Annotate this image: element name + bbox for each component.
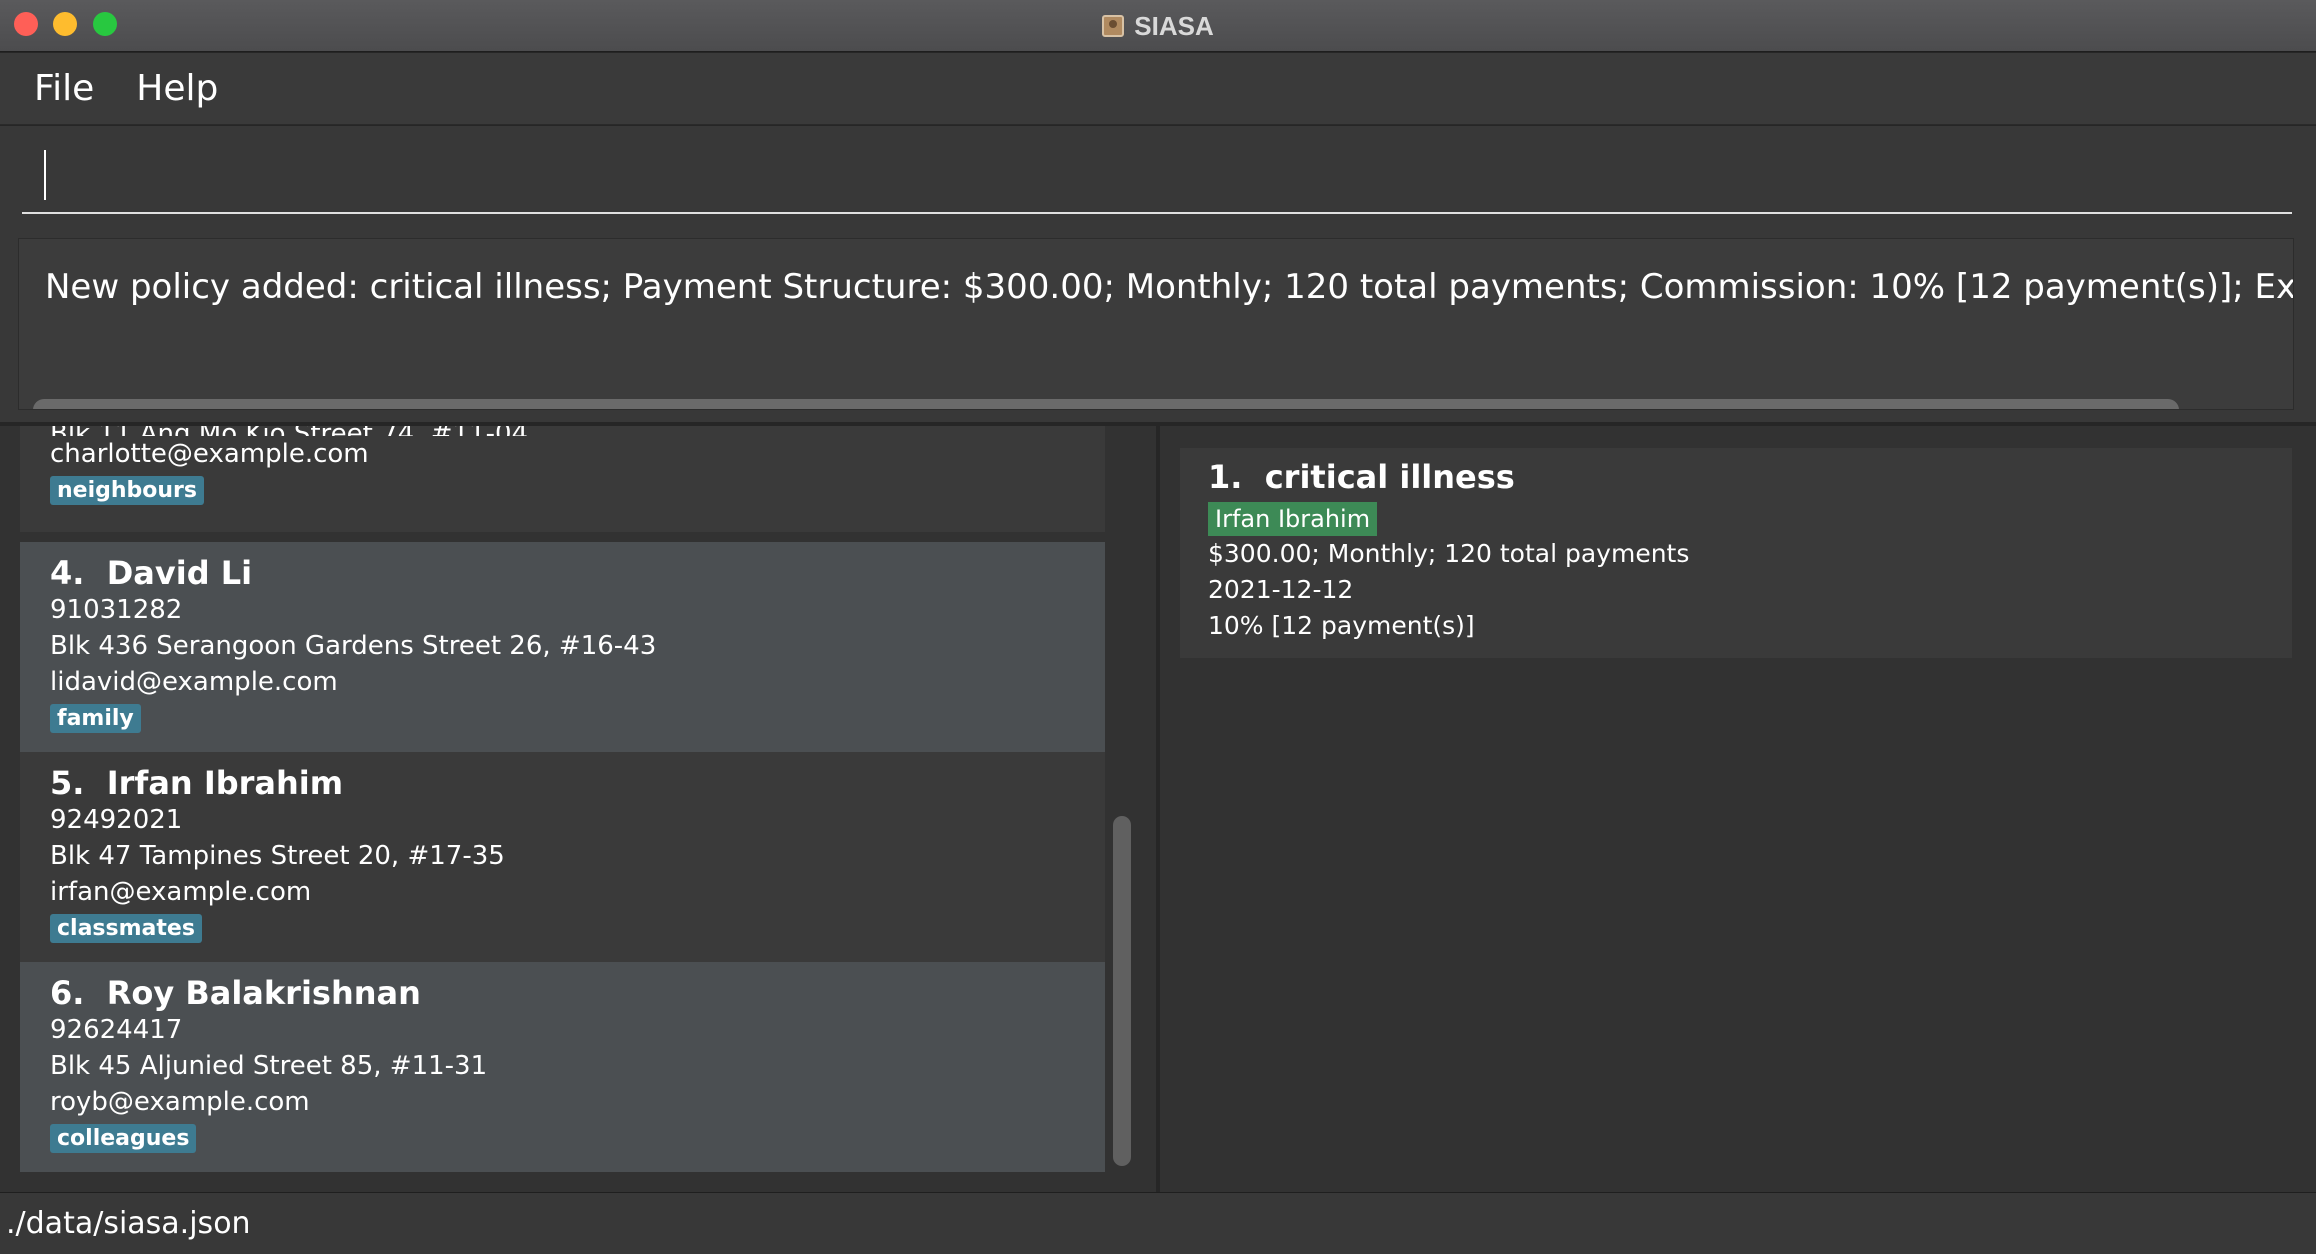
- command-area: [0, 126, 2316, 222]
- policy-title-text: critical illness: [1264, 458, 1515, 496]
- status-bar: ./data/siasa.json: [0, 1192, 2316, 1254]
- result-display[interactable]: New policy added: critical illness; Paym…: [18, 238, 2294, 410]
- person-phone: 92492021: [50, 805, 183, 835]
- policy-list-panel[interactable]: 1. critical illness Irfan Ibrahim $300.0…: [1160, 426, 2316, 1192]
- person-email: irfan@example.com: [50, 877, 312, 907]
- person-list-panel[interactable]: Blk 11 Ang Mo Kio Street 74, #11-04 char…: [0, 426, 1156, 1192]
- person-name: 5. Irfan Ibrahim: [50, 764, 1105, 802]
- menu-file[interactable]: File: [34, 68, 94, 109]
- person-name-text: Irfan Ibrahim: [106, 764, 344, 802]
- person-address-partial: Blk 11 Ang Mo Kio Street 74, #11-04: [50, 426, 1105, 436]
- command-input[interactable]: [22, 126, 2292, 214]
- menu-bar: File Help: [0, 53, 2316, 125]
- title-bar: SIASA: [0, 0, 2316, 52]
- window-title-group: SIASA: [0, 0, 2316, 52]
- policy-card-1[interactable]: 1. critical illness Irfan Ibrahim $300.0…: [1180, 448, 2292, 658]
- person-tag: classmates: [50, 914, 202, 943]
- person-list-scrollbar[interactable]: [1113, 816, 1131, 1166]
- person-email: lidavid@example.com: [50, 667, 338, 697]
- policy-owner-tag: Irfan Ibrahim: [1208, 502, 1378, 536]
- person-card-partial[interactable]: Blk 11 Ang Mo Kio Street 74, #11-04 char…: [20, 426, 1105, 532]
- person-phone: 92624417: [50, 1015, 183, 1045]
- result-message: New policy added: critical illness; Paym…: [45, 267, 2293, 307]
- person-card-6[interactable]: 6. Roy Balakrishnan 92624417 Blk 45 Alju…: [20, 962, 1105, 1172]
- person-card-4[interactable]: 4. David Li 91031282 Blk 436 Serangoon G…: [20, 542, 1105, 752]
- person-index: 5.: [50, 764, 85, 802]
- person-phone: 91031282: [50, 595, 183, 625]
- person-index: 4.: [50, 554, 85, 592]
- person-address: Blk 45 Aljunied Street 85, #11-31: [50, 1051, 488, 1081]
- policy-payment: $300.00; Monthly; 120 total payments: [1208, 539, 1690, 568]
- person-name: 6. Roy Balakrishnan: [50, 974, 1105, 1012]
- person-card-5[interactable]: 5. Irfan Ibrahim 92492021 Blk 47 Tampine…: [20, 752, 1105, 962]
- save-file-path: ./data/siasa.json: [6, 1206, 251, 1241]
- person-name-text: David Li: [106, 554, 253, 592]
- menu-help[interactable]: Help: [136, 68, 218, 109]
- person-name-text: Roy Balakrishnan: [106, 974, 421, 1012]
- policy-title: 1. critical illness: [1208, 458, 2292, 496]
- person-email: charlotte@example.com: [50, 439, 369, 469]
- person-tag: neighbours: [50, 476, 205, 505]
- person-tag: colleagues: [50, 1124, 197, 1153]
- result-area: New policy added: critical illness; Paym…: [0, 222, 2316, 422]
- policy-index: 1.: [1208, 458, 1243, 496]
- app-icon: [1102, 15, 1125, 37]
- policy-expiry: 2021-12-12: [1208, 575, 1354, 604]
- person-name: 4. David Li: [50, 554, 1105, 592]
- horizontal-scrollbar[interactable]: [33, 399, 2179, 409]
- person-email: royb@example.com: [50, 1087, 310, 1117]
- text-caret: [44, 150, 46, 200]
- policy-commission: 10% [12 payment(s)]: [1208, 611, 1475, 640]
- person-address: Blk 436 Serangoon Gardens Street 26, #16…: [50, 631, 657, 661]
- person-address: Blk 47 Tampines Street 20, #17-35: [50, 841, 505, 871]
- person-tag: family: [50, 704, 141, 733]
- person-index: 6.: [50, 974, 85, 1012]
- window-title: SIASA: [1134, 10, 1214, 41]
